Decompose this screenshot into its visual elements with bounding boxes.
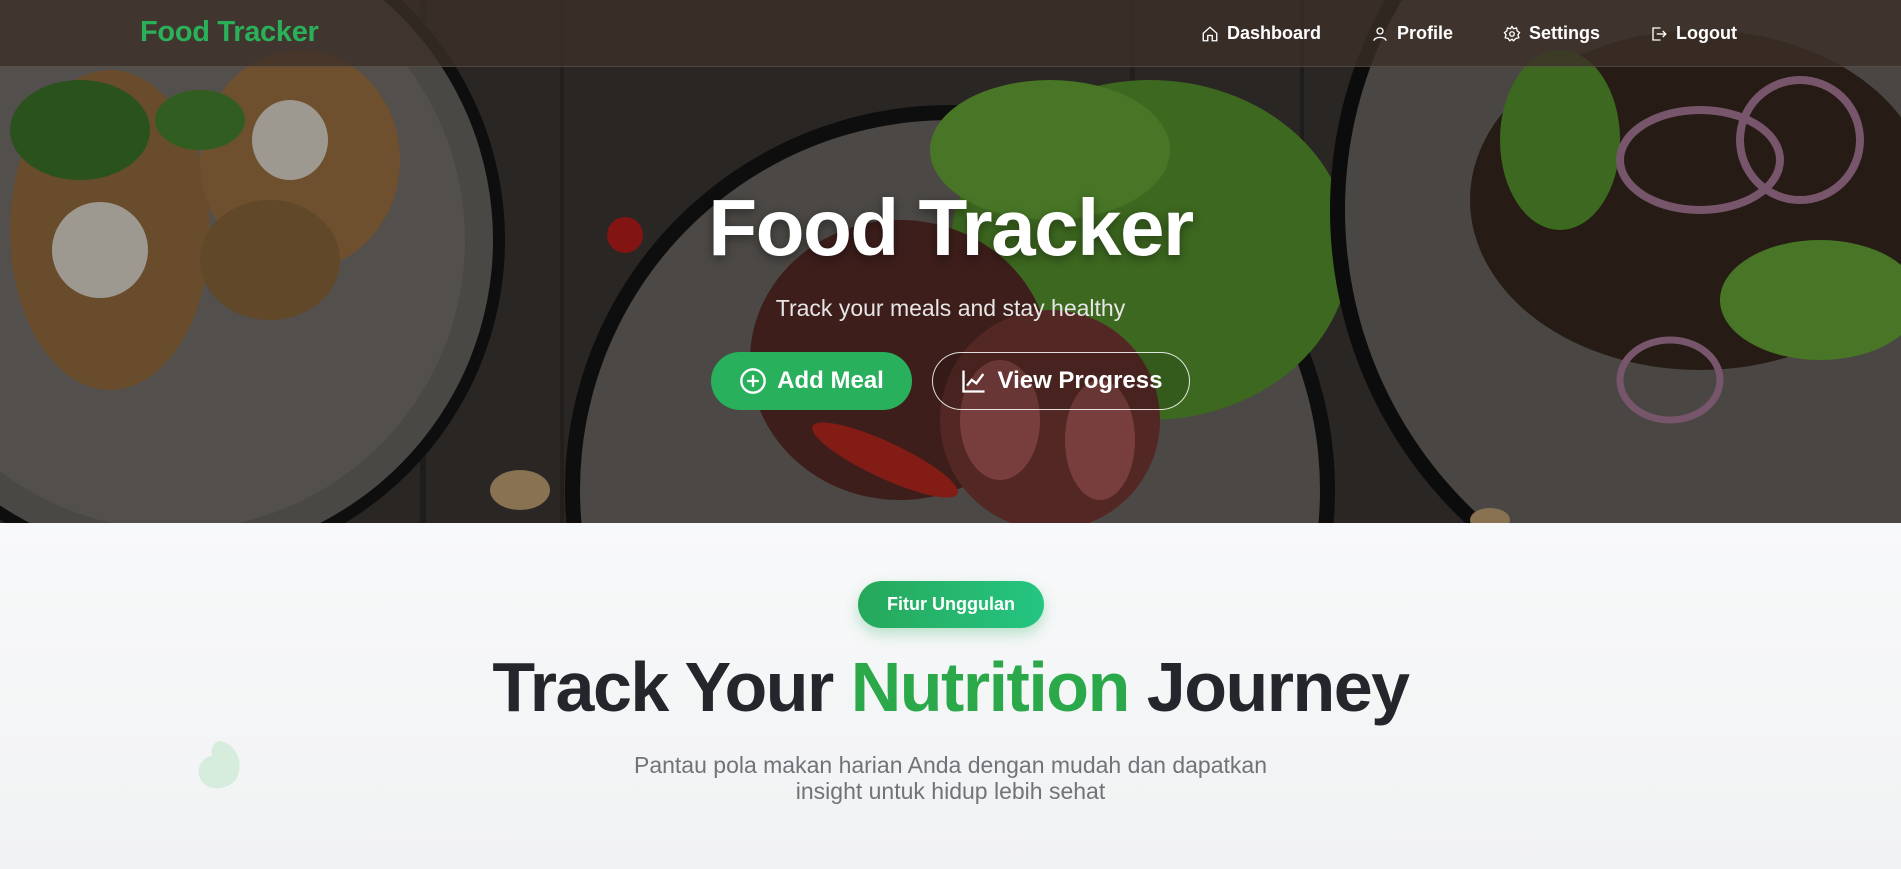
gear-icon (1503, 24, 1521, 42)
home-icon (1202, 25, 1218, 41)
leaf-decoration-icon (198, 741, 240, 789)
nav-item-label: Profile (1396, 23, 1453, 43)
features-title: Track Your Nutrition Journey (0, 647, 1901, 727)
title-start: Track Your (492, 648, 851, 726)
user-icon (1373, 26, 1387, 41)
view-progress-label: View Progress (997, 367, 1163, 394)
nav-item-label: Logout (1676, 23, 1737, 43)
hero-section: Food Tracker Track your meals and stay h… (0, 0, 1901, 523)
nav-item-dashboard[interactable]: Dashboard (1201, 23, 1321, 44)
top-navbar: Food Tracker Dashboard Profile Settings … (0, 0, 1901, 67)
chart-line-icon (961, 370, 984, 393)
feature-badge: Fitur Unggulan (858, 581, 1044, 628)
features-section: Fitur Unggulan Track Your Nutrition Jour… (0, 523, 1901, 869)
nav-item-settings[interactable]: Settings (1503, 23, 1600, 44)
add-meal-label: Add Meal (777, 367, 884, 394)
title-end: Journey (1128, 648, 1410, 726)
add-meal-button[interactable]: Add Meal (711, 352, 912, 410)
hero-content: Food Tracker Track your meals and stay h… (0, 0, 1901, 523)
view-progress-button[interactable]: View Progress (932, 352, 1190, 410)
plus-circle-icon (740, 368, 766, 394)
logout-icon (1652, 26, 1667, 41)
title-highlight: Nutrition (850, 648, 1131, 726)
nav-item-logout[interactable]: Logout (1650, 23, 1737, 44)
nav-item-label: Settings (1529, 23, 1601, 43)
nav-menu: Dashboard Profile Settings Logout (1201, 0, 1737, 67)
hero-title: Food Tracker (708, 183, 1194, 272)
nav-item-profile[interactable]: Profile (1371, 23, 1453, 44)
features-description: Pantau pola makan harian Anda dengan mud… (633, 752, 1267, 804)
hero-subtitle: Track your meals and stay healthy (775, 295, 1126, 321)
brand-logo[interactable]: Food Tracker (140, 16, 319, 49)
nav-item-label: Dashboard (1226, 23, 1321, 43)
